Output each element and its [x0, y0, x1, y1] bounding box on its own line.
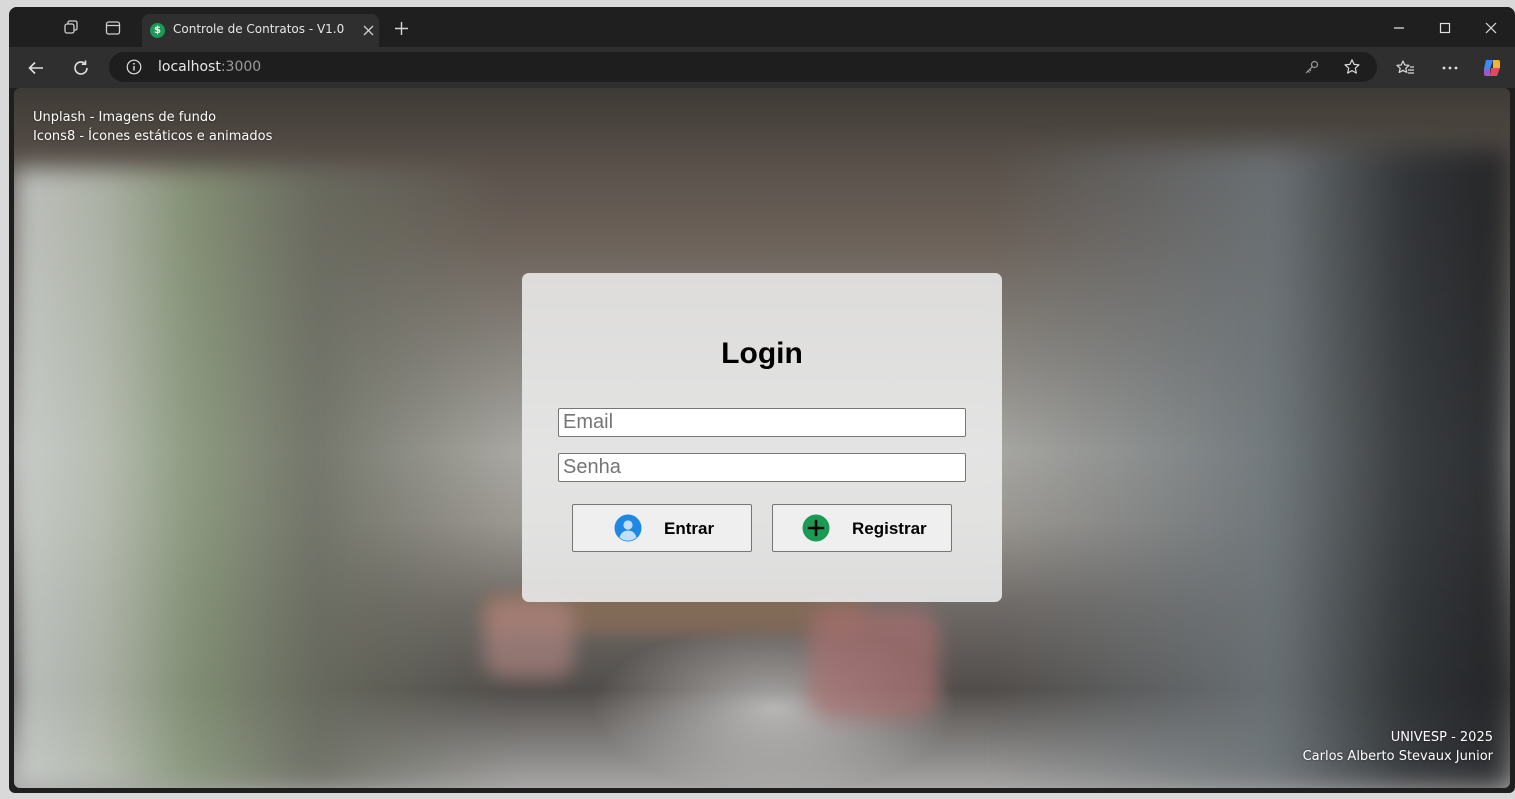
add-icon	[802, 514, 830, 542]
dollar-favicon-icon: $	[150, 23, 165, 38]
address-bar[interactable]: localhost:3000	[109, 52, 1377, 82]
url-text[interactable]: localhost:3000	[158, 59, 261, 75]
login-title: Login	[721, 337, 803, 370]
navigation-bar: localhost:3000	[9, 47, 1515, 88]
close-window-icon[interactable]	[1479, 17, 1503, 39]
workspaces-icon[interactable]	[60, 17, 82, 39]
background-chair	[809, 608, 939, 718]
new-tab-icon[interactable]	[391, 18, 411, 38]
page-content: Unplash - Imagens de fundo Icons8 - Ícon…	[14, 88, 1510, 788]
register-button[interactable]: Registrar	[772, 504, 952, 552]
favorites-icon[interactable]	[1392, 55, 1418, 81]
url-port: :3000	[220, 59, 262, 75]
refresh-icon[interactable]	[68, 55, 94, 81]
credits: Unplash - Imagens de fundo Icons8 - Ícon…	[33, 108, 272, 146]
credit-unsplash: Unplash - Imagens de fundo	[33, 110, 217, 125]
close-tab-icon[interactable]	[359, 21, 377, 39]
browser-window: $ Controle de Contratos - V1.0 localhost…	[9, 7, 1515, 793]
minimize-icon[interactable]	[1387, 17, 1411, 39]
background-chair	[484, 598, 574, 678]
login-card: Login Entrar Registrar	[522, 273, 1002, 602]
copilot-icon[interactable]	[1479, 55, 1505, 81]
maximize-icon[interactable]	[1433, 17, 1457, 39]
more-options-icon[interactable]	[1437, 55, 1463, 81]
tab-active[interactable]: $ Controle de Contratos - V1.0	[142, 14, 379, 47]
footer: UNIVESP - 2025 Carlos Alberto Stevaux Ju…	[1303, 728, 1493, 766]
info-icon[interactable]	[125, 58, 143, 76]
back-arrow-icon[interactable]	[23, 55, 49, 81]
user-icon	[614, 514, 642, 542]
password-input[interactable]	[558, 453, 966, 482]
star-icon[interactable]	[1343, 58, 1361, 76]
footer-institution: UNIVESP - 2025	[1390, 730, 1493, 745]
email-input[interactable]	[558, 408, 966, 437]
tab-actions-icon[interactable]	[102, 17, 124, 39]
background-window-right	[990, 148, 1510, 788]
tab-title: Controle de Contratos - V1.0	[173, 22, 345, 36]
url-host: localhost	[158, 59, 221, 75]
key-icon[interactable]	[1303, 58, 1321, 76]
tab-bar: $ Controle de Contratos - V1.0	[9, 7, 1515, 47]
login-button[interactable]: Entrar	[572, 504, 752, 552]
credit-icons8: Icons8 - Ícones estáticos e animados	[33, 129, 273, 144]
footer-author: Carlos Alberto Stevaux Junior	[1302, 749, 1493, 764]
register-button-label: Registrar	[852, 519, 927, 538]
login-button-label: Entrar	[664, 519, 715, 538]
background-window-left	[14, 168, 514, 788]
